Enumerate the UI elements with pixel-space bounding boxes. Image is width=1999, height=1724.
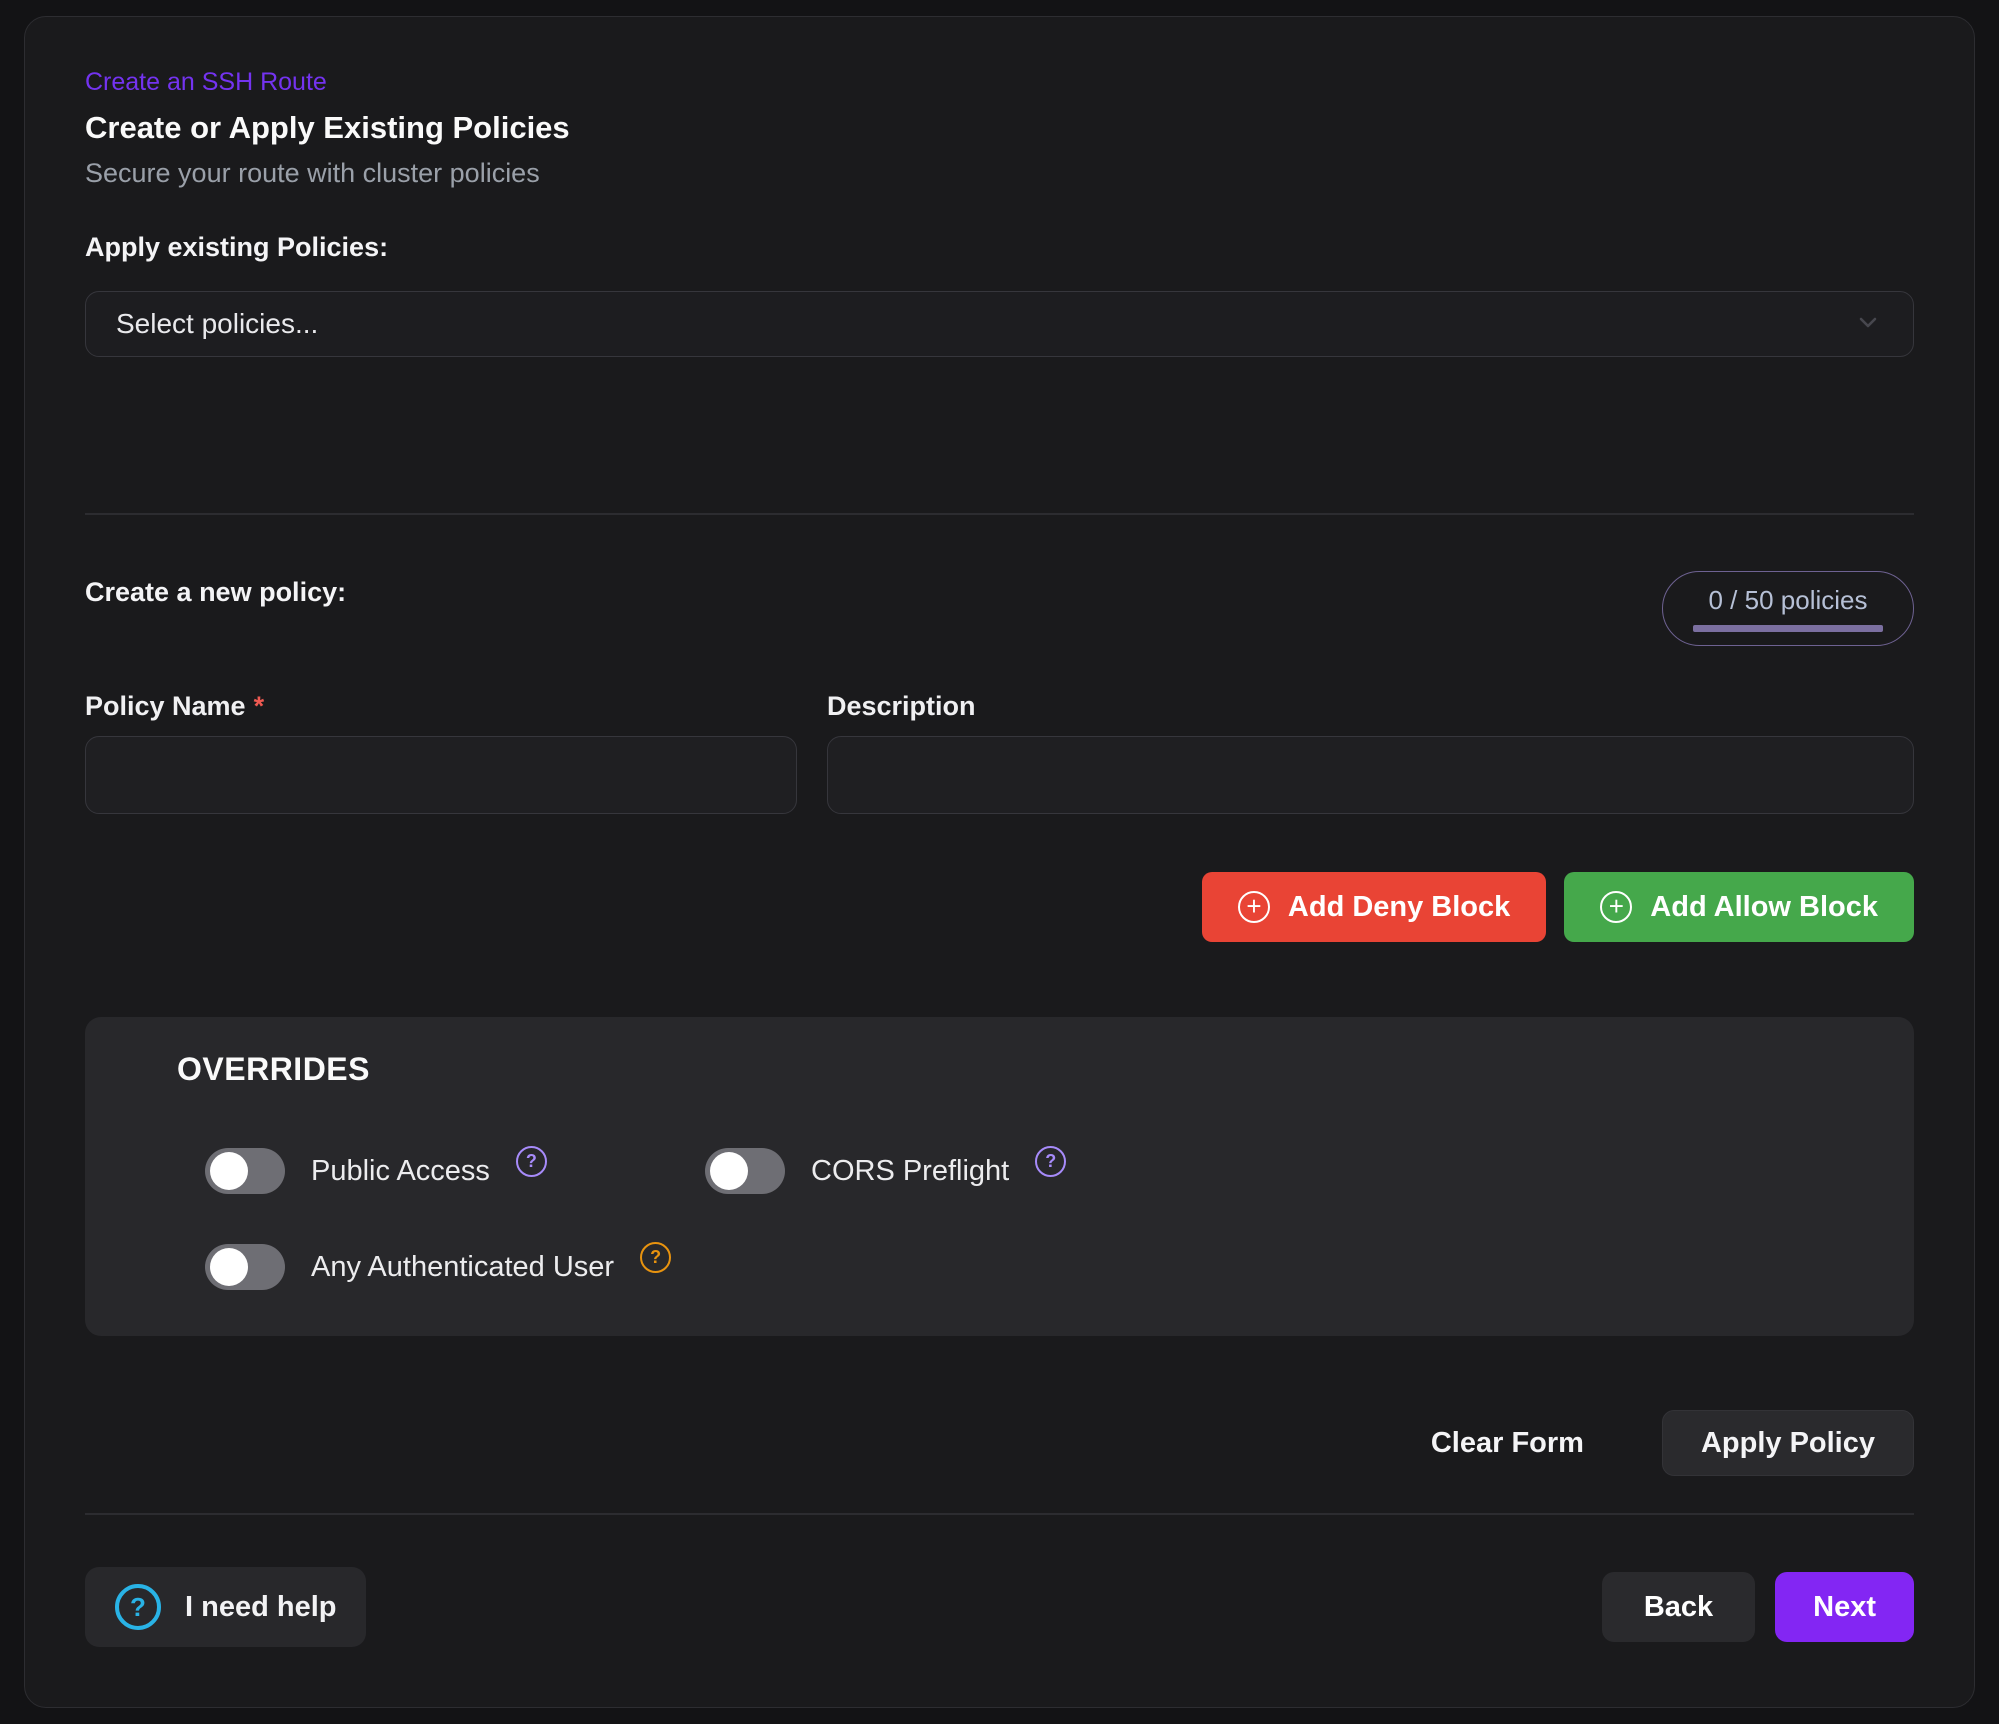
create-policy-card: Create an SSH Route Create or Apply Exis… [24, 16, 1975, 1708]
help-icon[interactable]: ? [516, 1146, 547, 1177]
help-question-icon: ? [115, 1584, 161, 1630]
next-button[interactable]: Next [1775, 1572, 1914, 1642]
policy-counter-bar [1693, 625, 1883, 632]
apply-policy-button[interactable]: Apply Policy [1662, 1410, 1914, 1476]
description-field-group: Description [827, 690, 1914, 814]
section-divider [85, 513, 1914, 515]
policies-select-value: Select policies... [116, 308, 318, 340]
page-title: Create or Apply Existing Policies [85, 109, 1914, 147]
help-icon[interactable]: ? [640, 1242, 671, 1273]
policy-counter-badge: 0 / 50 policies [1662, 571, 1914, 646]
apply-existing-label: Apply existing Policies: [85, 231, 1914, 263]
page-subtitle: Secure your route with cluster policies [85, 157, 1914, 189]
plus-circle-icon: + [1600, 891, 1632, 923]
plus-circle-icon: + [1238, 891, 1270, 923]
any-authenticated-user-toggle[interactable] [205, 1244, 285, 1290]
help-icon[interactable]: ? [1035, 1146, 1066, 1177]
need-help-label: I need help [185, 1591, 336, 1624]
need-help-button[interactable]: ? I need help [85, 1567, 366, 1647]
policies-select[interactable]: Select policies... [85, 291, 1914, 357]
add-deny-block-label: Add Deny Block [1288, 891, 1510, 924]
policy-name-field-group: Policy Name* [85, 690, 797, 814]
description-input[interactable] [827, 736, 1914, 814]
add-allow-block-button[interactable]: + Add Allow Block [1564, 872, 1914, 942]
clear-form-button[interactable]: Clear Form [1431, 1427, 1584, 1460]
policy-name-label: Policy Name* [85, 690, 797, 722]
public-access-toggle-row: Public Access ? [205, 1148, 705, 1194]
any-authenticated-user-toggle-row: Any Authenticated User ? [205, 1244, 705, 1290]
public-access-label: Public Access [311, 1155, 490, 1188]
toggle-knob [710, 1152, 748, 1190]
cors-preflight-toggle[interactable] [705, 1148, 785, 1194]
public-access-toggle[interactable] [205, 1148, 285, 1194]
policy-counter-text: 0 / 50 policies [1709, 585, 1868, 616]
toggle-knob [210, 1248, 248, 1286]
overrides-panel: OVERRIDES Public Access ? CORS Preflight… [85, 1017, 1914, 1336]
cors-preflight-label: CORS Preflight [811, 1155, 1009, 1188]
overrides-title: OVERRIDES [105, 1051, 1874, 1088]
footer-divider [85, 1513, 1914, 1515]
description-label: Description [827, 690, 1914, 722]
add-deny-block-button[interactable]: + Add Deny Block [1202, 872, 1546, 942]
any-authenticated-user-label: Any Authenticated User [311, 1251, 614, 1284]
back-button[interactable]: Back [1602, 1572, 1755, 1642]
add-allow-block-label: Add Allow Block [1650, 891, 1878, 924]
chevron-down-icon [1853, 307, 1883, 342]
create-policy-label: Create a new policy: [85, 577, 346, 608]
required-marker: * [254, 691, 265, 721]
policy-name-input[interactable] [85, 736, 797, 814]
breadcrumb[interactable]: Create an SSH Route [85, 68, 327, 96]
toggle-knob [210, 1152, 248, 1190]
cors-preflight-toggle-row: CORS Preflight ? [705, 1148, 1874, 1194]
